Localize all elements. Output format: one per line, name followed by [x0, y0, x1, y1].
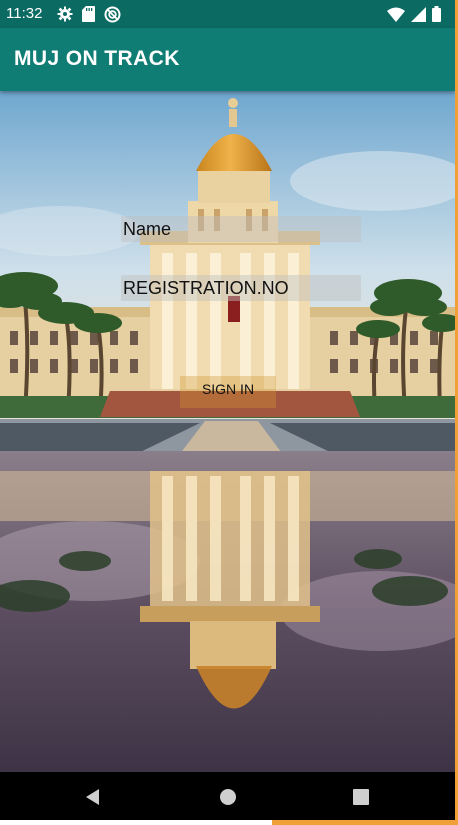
- wifi-icon: [387, 7, 405, 22]
- recents-button[interactable]: [348, 784, 374, 810]
- name-input[interactable]: [121, 216, 361, 242]
- navigation-bar: [0, 772, 455, 820]
- back-button[interactable]: [80, 784, 106, 810]
- sync-icon: [104, 6, 121, 22]
- registration-number-input[interactable]: [121, 275, 361, 301]
- recents-square-icon: [353, 789, 369, 805]
- phone-screen: 11:32 MUJ ON TRACK Name REGISTRATION.NO …: [0, 0, 455, 825]
- sign-in-button[interactable]: SIGN IN: [180, 376, 276, 408]
- home-button[interactable]: [215, 784, 241, 810]
- back-triangle-icon: [86, 789, 99, 805]
- status-bar: 11:32: [0, 0, 455, 28]
- app-bar: MUJ ON TRACK: [0, 28, 455, 91]
- app-title: MUJ ON TRACK: [14, 47, 180, 70]
- campus-background-image: [0, 91, 455, 772]
- sd-card-icon: [82, 6, 95, 22]
- battery-icon: [432, 6, 441, 22]
- status-right-icons: [387, 5, 441, 23]
- home-circle-icon: [220, 789, 236, 805]
- gear-icon: [57, 6, 73, 22]
- status-left-icons: [57, 5, 121, 23]
- signal-icon: [411, 6, 426, 22]
- status-time: 11:32: [6, 5, 43, 22]
- accent-strip-bottom: [272, 820, 458, 825]
